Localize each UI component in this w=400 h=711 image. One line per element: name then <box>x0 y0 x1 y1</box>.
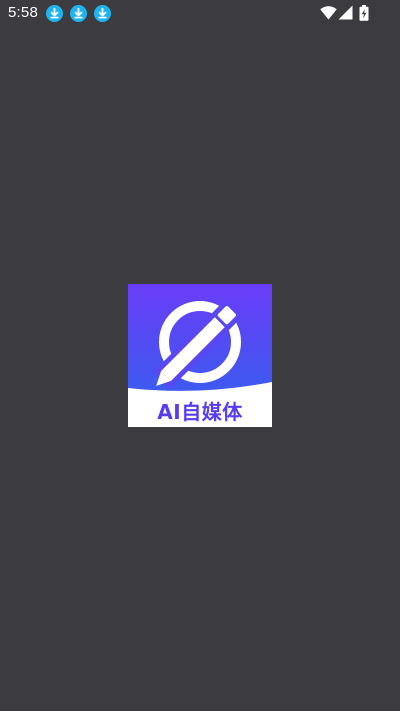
download-icon <box>70 5 87 22</box>
status-time: 5:58 <box>8 4 38 21</box>
battery-charging-icon <box>359 5 369 25</box>
cellular-signal-icon <box>338 5 353 24</box>
download-icon <box>94 5 111 22</box>
splash-screen: 5:58 AI自媒体 <box>0 0 400 711</box>
logo-text: AI自媒体 <box>157 400 243 424</box>
wifi-icon <box>320 5 337 24</box>
download-icon <box>46 5 63 22</box>
app-logo: AI自媒体 <box>128 284 272 427</box>
status-bar: 5:58 <box>0 0 400 28</box>
